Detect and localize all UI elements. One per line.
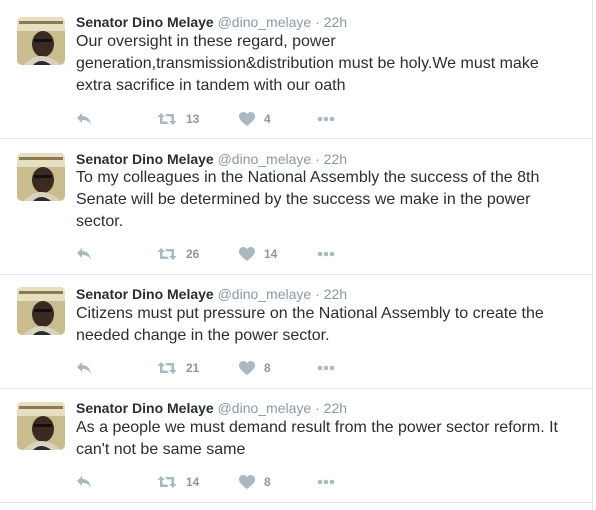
reply-icon [77, 476, 91, 488]
tweet-timestamp[interactable]: 22h [324, 286, 347, 302]
tweet-item[interactable]: Senator Dino Melaye @dino_melaye · 22h C… [0, 275, 592, 389]
reply-button[interactable] [76, 245, 92, 263]
like-button[interactable]: 8 [239, 473, 271, 491]
tweet-actions: 26 14 [76, 245, 376, 263]
like-count: 8 [264, 475, 271, 489]
retweet-icon [157, 113, 177, 125]
more-options-button[interactable] [317, 473, 335, 491]
more-dots-icon [317, 365, 335, 371]
like-count: 14 [264, 247, 278, 261]
tweet-timestamp[interactable]: 22h [324, 400, 347, 416]
avatar[interactable] [17, 287, 65, 335]
tweet-header: Senator Dino Melaye @dino_melaye · 22h [76, 285, 347, 303]
retweet-button[interactable]: 26 [157, 245, 199, 263]
avatar[interactable] [17, 402, 65, 450]
retweet-button[interactable]: 21 [157, 359, 199, 377]
separator-dot: · [315, 400, 320, 416]
author-fullname[interactable]: Senator Dino Melaye [76, 151, 214, 167]
tweet-text: As a people we must demand result from t… [76, 419, 558, 458]
like-button[interactable]: 14 [239, 245, 277, 263]
reply-button[interactable] [76, 359, 92, 377]
author-fullname[interactable]: Senator Dino Melaye [76, 14, 214, 30]
tweet-item[interactable]: Senator Dino Melaye @dino_melaye · 22h T… [0, 139, 592, 275]
tweet-item[interactable]: Senator Dino Melaye @dino_melaye · 22h O… [0, 0, 592, 139]
retweet-count: 13 [186, 112, 200, 126]
retweet-count: 26 [186, 247, 200, 261]
retweet-button[interactable]: 14 [157, 473, 199, 491]
tweet-actions: 13 4 [76, 110, 376, 128]
author-fullname[interactable]: Senator Dino Melaye [76, 286, 214, 302]
reply-icon [77, 362, 91, 374]
heart-icon [239, 247, 255, 261]
tweet-text: Citizens must put pressure on the Nation… [76, 305, 544, 344]
more-options-button[interactable] [317, 245, 335, 263]
like-count: 4 [264, 112, 271, 126]
tweet-header: Senator Dino Melaye @dino_melaye · 22h [76, 150, 347, 168]
heart-icon [239, 361, 255, 375]
author-username[interactable]: @dino_melaye [218, 14, 312, 30]
tweet-actions: 21 8 [76, 359, 376, 377]
like-count: 8 [264, 361, 271, 375]
tweet-timestamp[interactable]: 22h [324, 14, 347, 30]
author-fullname[interactable]: Senator Dino Melaye [76, 400, 214, 416]
author-username[interactable]: @dino_melaye [218, 151, 312, 167]
more-dots-icon [317, 116, 335, 122]
more-options-button[interactable] [317, 359, 335, 377]
more-options-button[interactable] [317, 110, 335, 128]
tweet-header: Senator Dino Melaye @dino_melaye · 22h [76, 13, 347, 31]
tweet-timestamp[interactable]: 22h [324, 151, 347, 167]
author-username[interactable]: @dino_melaye [218, 286, 312, 302]
reply-icon [77, 113, 91, 125]
separator-dot: · [315, 14, 320, 30]
more-dots-icon [317, 251, 335, 257]
retweet-count: 14 [186, 475, 200, 489]
like-button[interactable]: 4 [239, 110, 271, 128]
separator-dot: · [315, 151, 320, 167]
tweet-item[interactable]: Senator Dino Melaye @dino_melaye · 22h A… [0, 389, 592, 503]
like-button[interactable]: 8 [239, 359, 271, 377]
tweet-text: To my colleagues in the National Assembl… [76, 169, 540, 230]
reply-button[interactable] [76, 473, 92, 491]
avatar[interactable] [17, 17, 65, 65]
more-dots-icon [317, 479, 335, 485]
heart-icon [239, 475, 255, 489]
retweet-icon [157, 476, 177, 488]
tweet-text: Our oversight in these regard, power gen… [76, 33, 539, 94]
tweet-timeline: Senator Dino Melaye @dino_melaye · 22h O… [0, 0, 593, 510]
reply-icon [77, 248, 91, 260]
separator-dot: · [315, 286, 320, 302]
retweet-button[interactable]: 13 [157, 110, 199, 128]
tweet-header: Senator Dino Melaye @dino_melaye · 22h [76, 399, 347, 417]
author-username[interactable]: @dino_melaye [218, 400, 312, 416]
retweet-icon [157, 248, 177, 260]
tweet-actions: 14 8 [76, 473, 376, 491]
avatar[interactable] [17, 153, 65, 201]
heart-icon [239, 112, 255, 126]
retweet-count: 21 [186, 361, 200, 375]
retweet-icon [157, 362, 177, 374]
reply-button[interactable] [76, 110, 92, 128]
